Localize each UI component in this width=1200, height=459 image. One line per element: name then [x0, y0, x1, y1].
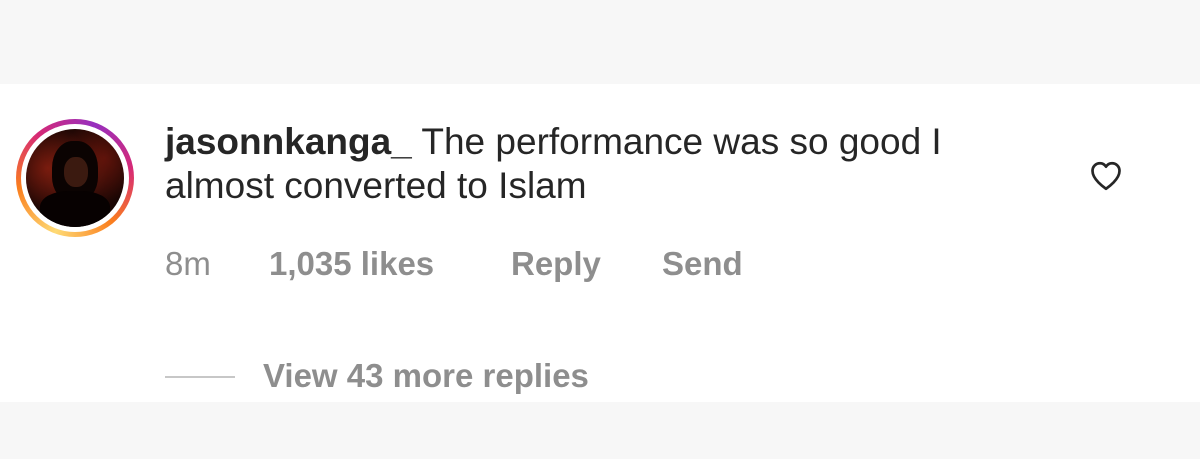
avatar-border	[21, 124, 129, 232]
likes-count-button[interactable]: 1,035 likes	[269, 244, 434, 284]
avatar-body	[40, 191, 110, 227]
comment-timestamp: 8m	[165, 245, 211, 282]
bottom-spacer	[0, 402, 1200, 459]
avatar[interactable]	[26, 129, 124, 227]
send-button[interactable]: Send	[662, 244, 743, 284]
heart-icon[interactable]	[1088, 158, 1124, 194]
avatar-story-ring[interactable]	[16, 119, 134, 237]
top-spacer	[0, 0, 1200, 84]
comment-username[interactable]: jasonnkanga_	[165, 121, 412, 162]
avatar-face	[64, 157, 88, 187]
view-replies-button[interactable]: View 43 more replies	[263, 356, 589, 396]
replies-divider	[165, 376, 235, 378]
reply-button[interactable]: Reply	[511, 244, 601, 284]
comment-body: jasonnkanga_ The performance was so good…	[165, 120, 985, 208]
page: jasonnkanga_ The performance was so good…	[0, 0, 1200, 459]
